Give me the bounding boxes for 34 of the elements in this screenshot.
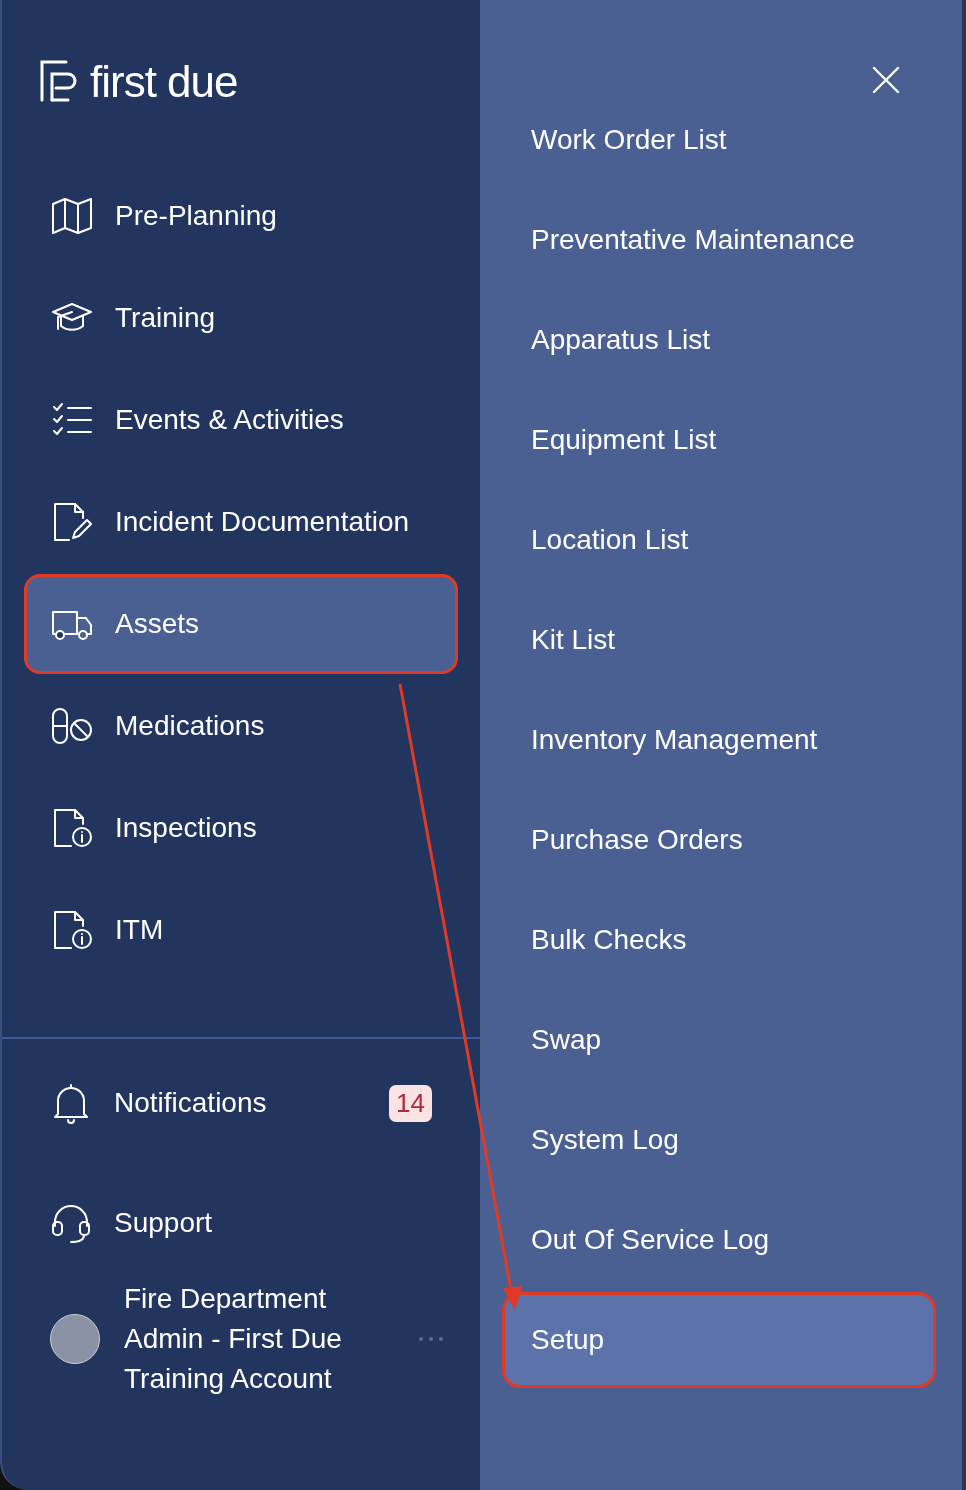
document-info-icon [51,808,93,848]
submenu-item[interactable]: Setup [502,1292,936,1388]
map-icon [51,196,93,236]
submenu-item[interactable]: System Log [502,1092,936,1188]
submenu-item[interactable]: Purchase Orders [502,792,936,888]
nav-item[interactable]: Pre-Planning [24,166,458,266]
nav-item[interactable]: Inspections [24,778,458,878]
submenu-item[interactable]: Out Of Service Log [502,1192,936,1288]
document-edit-icon [51,502,93,542]
notification-count: 14 [389,1084,432,1122]
submenu-item[interactable]: Location List [502,492,936,588]
nav-item[interactable]: Training [24,268,458,368]
submenu-item[interactable]: Swap [502,992,936,1088]
close-icon[interactable] [872,66,900,94]
submenu-item[interactable]: Apparatus List [502,292,936,388]
submenu-item[interactable]: Kit List [502,592,936,688]
pills-icon [51,706,93,746]
submenu-item[interactable]: Bulk Checks [502,892,936,988]
submenu-item[interactable]: Work Order List [502,92,936,188]
document-info-icon [51,910,93,950]
avatar-circle [50,1314,100,1364]
headset-icon [50,1202,92,1244]
user-name: Fire Department Admin - First Due Training Account [124,1282,343,1396]
nav-item[interactable]: ITM [24,880,458,980]
submenu-item[interactable]: Preventative Maintenance [502,192,936,288]
nav-item[interactable]: Support [24,1171,458,1275]
nav-item[interactable]: Events & Activities [24,370,458,470]
nav-item[interactable]: Notifications 14 [24,1051,458,1155]
logo-text: first due [90,58,238,106]
nav-item[interactable]: Assets [24,574,458,674]
nav-item[interactable]: Medications [24,676,458,776]
submenu-item[interactable]: Inventory Management [502,692,936,788]
submenu-item[interactable]: Equipment List [502,392,936,488]
nav-item[interactable]: Incident Documentation [24,472,458,572]
